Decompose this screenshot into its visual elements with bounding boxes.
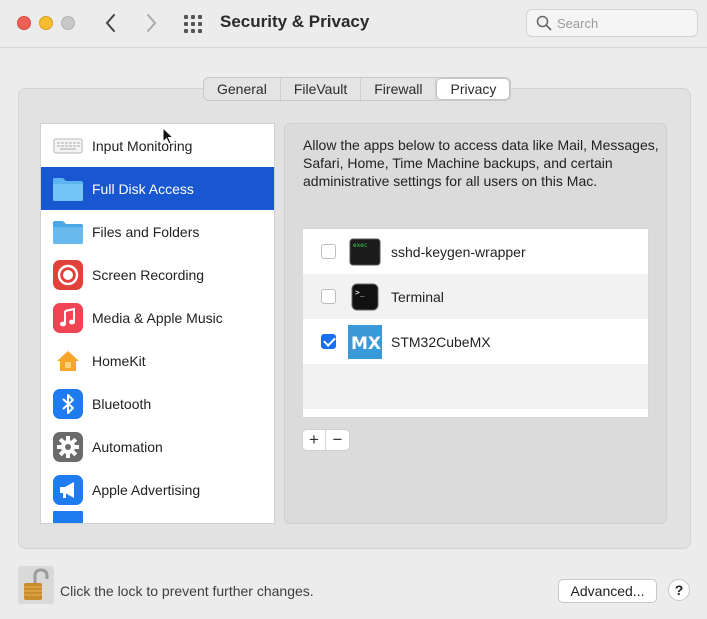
sidebar-item-label: Automation [92,438,163,455]
remove-app-button[interactable]: − [326,430,349,450]
security-privacy-window: Security & Privacy General FileVault Fir… [0,0,707,619]
zoom-window-button[interactable] [61,16,75,30]
tab-privacy[interactable]: Privacy [436,78,511,100]
help-button[interactable]: ? [668,579,690,601]
terminal-icon: >_ [348,280,382,314]
home-icon [52,345,84,376]
window-title: Security & Privacy [220,12,370,31]
stm32cubemx-icon-label: MX [351,334,381,354]
keyboard-icon [52,131,84,161]
add-remove-control: + − [302,429,350,451]
sidebar-item-apple-advertising[interactable]: Apple Advertising [41,468,274,511]
sidebar-item-homekit[interactable]: HomeKit [41,339,274,382]
search-icon [536,15,552,31]
sidebar-item-input-monitoring[interactable]: Input Monitoring [41,124,274,167]
sidebar-item-full-disk-access[interactable]: Full Disk Access [41,167,274,210]
mouse-cursor-icon [162,127,174,145]
search-input[interactable] [557,13,692,33]
bluetooth-icon [52,388,84,419]
access-description: Allow the apps below to access data like… [303,137,659,189]
app-checkbox-stm32cubemx[interactable] [321,334,336,349]
tab-filevault[interactable]: FileVault [281,78,362,100]
record-icon [52,259,84,290]
terminal-icon-label: >_ [355,288,365,297]
sidebar-item-label: Screen Recording [92,266,205,283]
empty-row [303,364,648,409]
folder-icon [52,217,84,247]
sidebar-item-label: Bluetooth [92,395,152,412]
exec-icon-label: exec [353,242,368,249]
sidebar-item-label: Apple Advertising [92,481,201,498]
sidebar-item-media-apple-music[interactable]: Media & Apple Music [41,296,274,339]
music-note-icon [52,302,84,333]
app-checkbox-terminal[interactable] [321,289,336,304]
sidebar-item-screen-recording[interactable]: Screen Recording [41,253,274,296]
stm32cubemx-icon: MX [348,324,382,359]
gear-icon [52,431,84,462]
megaphone-icon [52,474,84,505]
sidebar-item-files-and-folders[interactable]: Files and Folders [41,210,274,253]
sidebar-item-automation[interactable]: Automation [41,425,274,468]
app-list[interactable]: exec sshd-keygen-wrapper >_ Terminal MX … [302,228,649,418]
app-name: STM32CubeMX [391,333,491,350]
sidebar-item-label: Input Monitoring [92,137,193,154]
chevron-right-icon [147,14,157,32]
lock-button[interactable] [18,566,54,604]
privacy-category-list[interactable]: Input Monitoring Full Disk Access Files … [40,123,275,524]
app-name: sshd-keygen-wrapper [391,243,526,260]
add-app-button[interactable]: + [303,430,326,450]
forward-button[interactable] [141,10,161,36]
tab-firewall[interactable]: Firewall [361,78,437,100]
search-field[interactable] [526,9,698,37]
sidebar-item-label: Full Disk Access [92,180,194,197]
table-row[interactable]: exec sshd-keygen-wrapper [303,229,648,274]
exec-terminal-icon: exec [348,235,382,269]
tab-bar: General FileVault Firewall Privacy [203,77,512,101]
unlocked-padlock-icon [18,566,54,604]
chevron-left-icon [105,14,115,32]
back-button[interactable] [101,10,121,36]
folder-icon [52,174,84,204]
advanced-button[interactable]: Advanced... [558,579,657,603]
sidebar-item-partial[interactable] [41,511,274,523]
lock-status-text: Click the lock to prevent further change… [60,583,314,599]
table-row[interactable]: >_ Terminal [303,274,648,319]
table-row[interactable]: MX STM32CubeMX [303,319,648,364]
sidebar-item-bluetooth[interactable]: Bluetooth [41,382,274,425]
analytics-icon [52,511,84,523]
show-all-grid-icon[interactable] [184,15,206,33]
minimize-window-button[interactable] [39,16,53,30]
tab-general[interactable]: General [204,78,281,100]
app-name: Terminal [391,288,444,305]
sidebar-item-label: HomeKit [92,352,146,369]
title-bar: Security & Privacy [0,0,707,48]
app-checkbox-sshd[interactable] [321,244,336,259]
sidebar-item-label: Files and Folders [92,223,200,240]
sidebar-item-label: Media & Apple Music [92,309,223,326]
close-window-button[interactable] [17,16,31,30]
